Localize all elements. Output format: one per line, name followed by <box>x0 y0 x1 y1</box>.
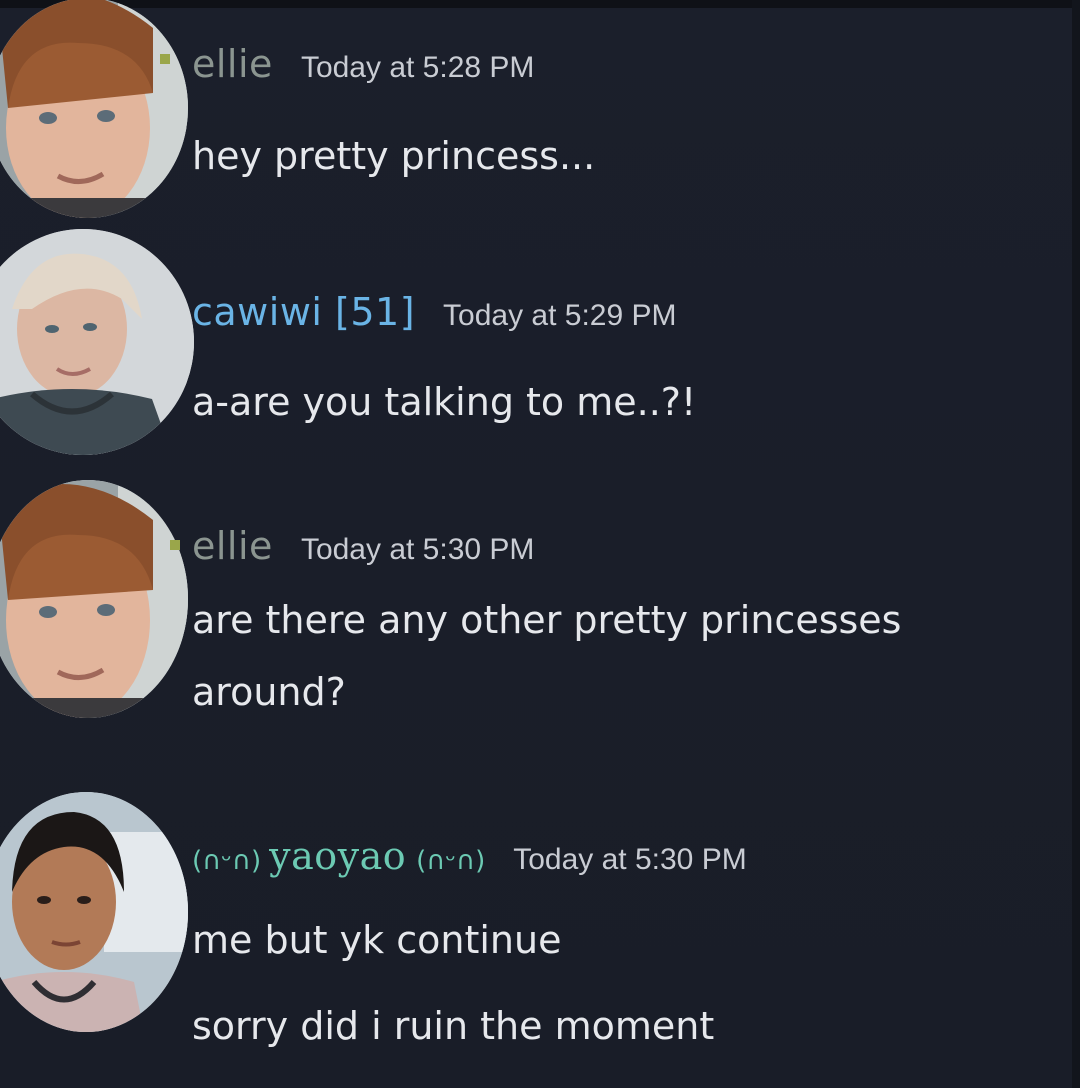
avatar-yaoyao-image <box>0 792 188 1032</box>
top-border <box>0 0 1080 8</box>
message-line: me but yk continue <box>192 918 562 962</box>
avatar-ellie[interactable] <box>0 480 188 718</box>
timestamp[interactable]: Today at 5:29 PM <box>443 299 676 333</box>
avatar-ellie[interactable] <box>0 0 188 218</box>
message-header: cawiwi [51] Today at 5:29 PM <box>192 290 677 334</box>
username-prefix-emoticon: (∩ᵕ∩) <box>192 846 262 876</box>
avatar-yaoyao[interactable] <box>0 792 188 1032</box>
timestamp[interactable]: Today at 5:28 PM <box>301 51 534 85</box>
timestamp[interactable]: Today at 5:30 PM <box>513 843 746 877</box>
chat-window: ellie Today at 5:28 PM hey pretty prince… <box>0 0 1080 1088</box>
message-line: a-are you talking to me..?! <box>192 380 697 424</box>
avatar-ellie-image <box>0 0 188 218</box>
message-header: ellie Today at 5:30 PM <box>192 524 534 568</box>
username-suffix-emoticon: (∩ᵕ∩) <box>416 846 486 876</box>
message-header: (∩ᵕ∩) yaoyao (∩ᵕ∩) Today at 5:30 PM <box>192 834 747 878</box>
username[interactable]: cawiwi [51] <box>192 290 415 334</box>
avatar-ellie-image <box>0 480 188 718</box>
username[interactable]: yaoyao <box>269 834 406 878</box>
message-line: hey pretty princess... <box>192 134 596 178</box>
message-line: around? <box>192 670 346 714</box>
username[interactable]: ellie <box>192 42 273 86</box>
role-icon <box>160 54 170 64</box>
message-line: sorry did i ruin the moment <box>192 1004 715 1048</box>
timestamp[interactable]: Today at 5:30 PM <box>301 533 534 567</box>
message-header: ellie Today at 5:28 PM <box>192 42 534 86</box>
avatar-cawiwi-image <box>0 229 194 455</box>
scrollbar-track[interactable] <box>1072 0 1080 1088</box>
avatar-cawiwi[interactable] <box>0 229 194 455</box>
username[interactable]: ellie <box>192 524 273 568</box>
role-icon <box>170 540 180 550</box>
message-line: are there any other pretty princesses <box>192 598 902 642</box>
